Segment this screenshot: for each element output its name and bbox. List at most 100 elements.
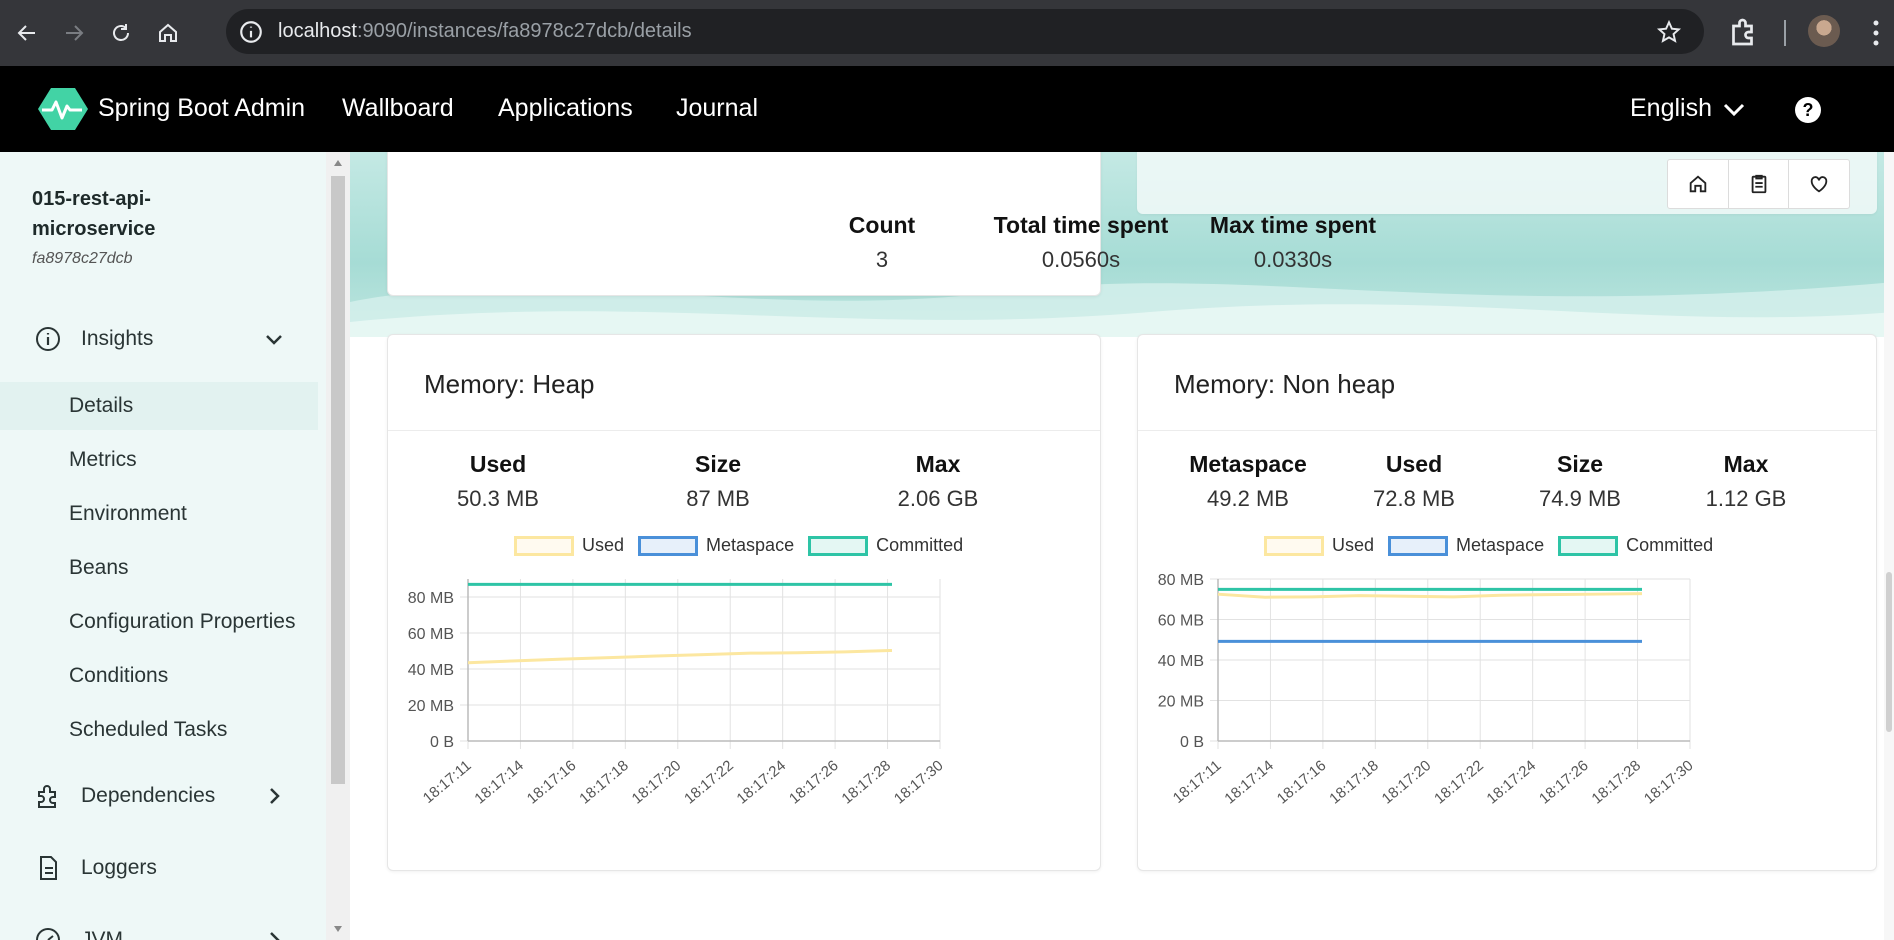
x-tick-label: 18:17:26 <box>1536 757 1592 808</box>
brand-title[interactable]: Spring Boot Admin <box>98 94 305 123</box>
legend-swatch-used[interactable] <box>1264 535 1324 556</box>
x-tick-label: 18:17:28 <box>1588 757 1644 808</box>
nonheap-size-stat: Size 74.9 MB <box>1500 451 1660 512</box>
scroll-up-arrow-icon[interactable] <box>333 158 343 168</box>
sidebar-group-dependencies[interactable]: Dependencies <box>0 769 318 823</box>
address-bar[interactable]: localhost:9090/instances/fa8978c27dcb/de… <box>226 9 1704 54</box>
card-title: Memory: Non heap <box>1174 369 1396 399</box>
nonheap-max-stat: Max 1.12 GB <box>1666 451 1826 512</box>
gauge-icon <box>36 928 60 940</box>
chevron-down-icon <box>266 335 282 345</box>
stat-label: Max <box>1723 451 1769 477</box>
instance-id: fa8978c27dcb <box>32 250 133 267</box>
x-tick-label: 18:17:24 <box>1484 757 1540 808</box>
legend-swatch-metaspace[interactable] <box>1388 535 1449 556</box>
site-info-icon[interactable] <box>238 19 264 45</box>
x-tick-label: 18:17:18 <box>1326 757 1382 808</box>
legend-label: Metaspace <box>1456 535 1545 555</box>
browser-menu-icon[interactable] <box>1870 18 1882 48</box>
x-tick-label: 18:17:16 <box>1274 757 1330 808</box>
chevron-down-icon[interactable] <box>1722 100 1746 120</box>
extensions-puzzle-icon[interactable] <box>1726 14 1762 50</box>
health-action-button[interactable] <box>1789 160 1849 208</box>
x-tick-label: 18:17:14 <box>1221 757 1277 808</box>
y-tick-label: 40 MB <box>408 662 454 679</box>
sidebar-group-loggers[interactable]: Loggers <box>0 841 318 895</box>
y-tick-label: 80 MB <box>408 590 454 607</box>
instance-sidebar: 015-rest-api-microservice fa8978c27dcb I… <box>0 152 326 940</box>
heap-used-stat: Used 50.3 MB <box>408 451 588 512</box>
arrow-left-icon <box>17 25 35 41</box>
home-action-button[interactable] <box>1668 160 1729 208</box>
sidebar-scrollbar[interactable] <box>326 152 350 940</box>
stat-label: Used <box>1385 451 1443 477</box>
x-tick-label: 18:17:22 <box>1431 757 1487 808</box>
page-scrollbar-thumb[interactable] <box>1886 572 1892 732</box>
legend-label: Metaspace <box>706 535 795 555</box>
stat-value: 74.9 MB <box>1539 486 1621 511</box>
heap-size-stat: Size 87 MB <box>628 451 808 512</box>
series-line-used[interactable] <box>1217 592 1643 599</box>
help-button[interactable]: ? <box>1795 97 1821 123</box>
spring-boot-admin-logo-icon[interactable] <box>38 86 88 132</box>
sidebar-group-jvm[interactable]: JVM <box>0 913 318 940</box>
stat-value: 2.06 GB <box>897 486 979 511</box>
sidebar-item-beans[interactable]: Beans <box>0 544 318 592</box>
sidebar-item-scheduled-tasks[interactable]: Scheduled Tasks <box>0 706 318 754</box>
legend-swatch-metaspace[interactable] <box>638 535 699 556</box>
legend-swatch-used[interactable] <box>514 535 574 556</box>
sidebar-item-conditions[interactable]: Conditions <box>0 652 318 700</box>
reload-button[interactable] <box>101 13 141 53</box>
sidebar-item-configuration-properties[interactable]: Configuration Properties <box>0 598 318 646</box>
x-tick-label: 18:17:11 <box>1170 757 1225 807</box>
home-icon <box>1689 175 1707 193</box>
nav-applications[interactable]: Applications <box>498 94 633 123</box>
chart-legend: Used Metaspace Committed <box>500 535 963 556</box>
page-scrollbar[interactable] <box>1884 152 1894 940</box>
arrow-right-icon <box>66 25 84 41</box>
legend-label: Committed <box>876 535 964 555</box>
bookmark-star-icon[interactable] <box>1656 19 1682 45</box>
home-button[interactable] <box>148 13 188 53</box>
nonheap-metaspace-stat: Metaspace 49.2 MB <box>1168 451 1328 512</box>
back-button[interactable] <box>7 13 47 53</box>
nonheap-memory-chart: 0 B20 MB40 MB60 MB80 MB18:17:1118:17:141… <box>1158 572 1697 808</box>
sidebar-item-metrics[interactable]: Metrics <box>0 436 318 484</box>
nav-wallboard[interactable]: Wallboard <box>342 94 454 123</box>
heart-icon <box>1810 176 1828 193</box>
scroll-down-arrow-icon[interactable] <box>333 924 343 934</box>
legend-swatch-committed[interactable] <box>1558 535 1619 556</box>
y-tick-label: 0 B <box>430 734 454 751</box>
sidebar-group-insights[interactable]: Insights <box>0 312 318 366</box>
document-icon <box>40 856 57 880</box>
app-navbar: Spring Boot Admin Wallboard Applications… <box>0 66 1894 152</box>
x-tick-label: 18:17:16 <box>524 757 580 808</box>
heap-max-stat: Max 2.06 GB <box>848 451 1028 512</box>
puzzle-icon <box>38 785 56 808</box>
x-tick-label: 18:17:20 <box>1379 757 1435 808</box>
series-line-used[interactable] <box>467 648 893 665</box>
logfile-action-button[interactable] <box>1729 160 1790 208</box>
scrollbar-thumb[interactable] <box>331 176 345 784</box>
heap-memory-chart: 0 B20 MB40 MB60 MB80 MB18:17:1118:17:141… <box>408 579 947 808</box>
legend-label: Committed <box>1626 535 1714 555</box>
y-tick-label: 20 MB <box>1158 694 1204 711</box>
gc-total-time-stat: Total time spent 0.0560s <box>956 212 1206 273</box>
language-selector[interactable]: English <box>1630 94 1712 123</box>
legend-label: Used <box>582 535 625 555</box>
quick-actions <box>1667 159 1850 209</box>
nav-journal[interactable]: Journal <box>676 94 758 123</box>
gc-max-time-stat: Max time spent 0.0330s <box>1188 212 1398 273</box>
forward-button[interactable] <box>54 13 94 53</box>
y-tick-label: 0 B <box>1180 734 1204 751</box>
x-tick-label: 18:17:18 <box>576 757 632 808</box>
sidebar-item-environment[interactable]: Environment <box>0 490 318 538</box>
y-tick-label: 60 MB <box>1158 613 1204 630</box>
nonheap-memory-card: Memory: Non heap Metaspace 49.2 MB Used … <box>1137 334 1877 871</box>
y-tick-label: 80 MB <box>1158 572 1204 589</box>
stat-value: 1.12 GB <box>1705 486 1787 511</box>
sidebar-item-details[interactable]: Details <box>0 382 318 430</box>
sidebar-group-label: JVM <box>81 928 123 940</box>
profile-avatar[interactable] <box>1808 15 1840 47</box>
legend-swatch-committed[interactable] <box>808 535 869 556</box>
